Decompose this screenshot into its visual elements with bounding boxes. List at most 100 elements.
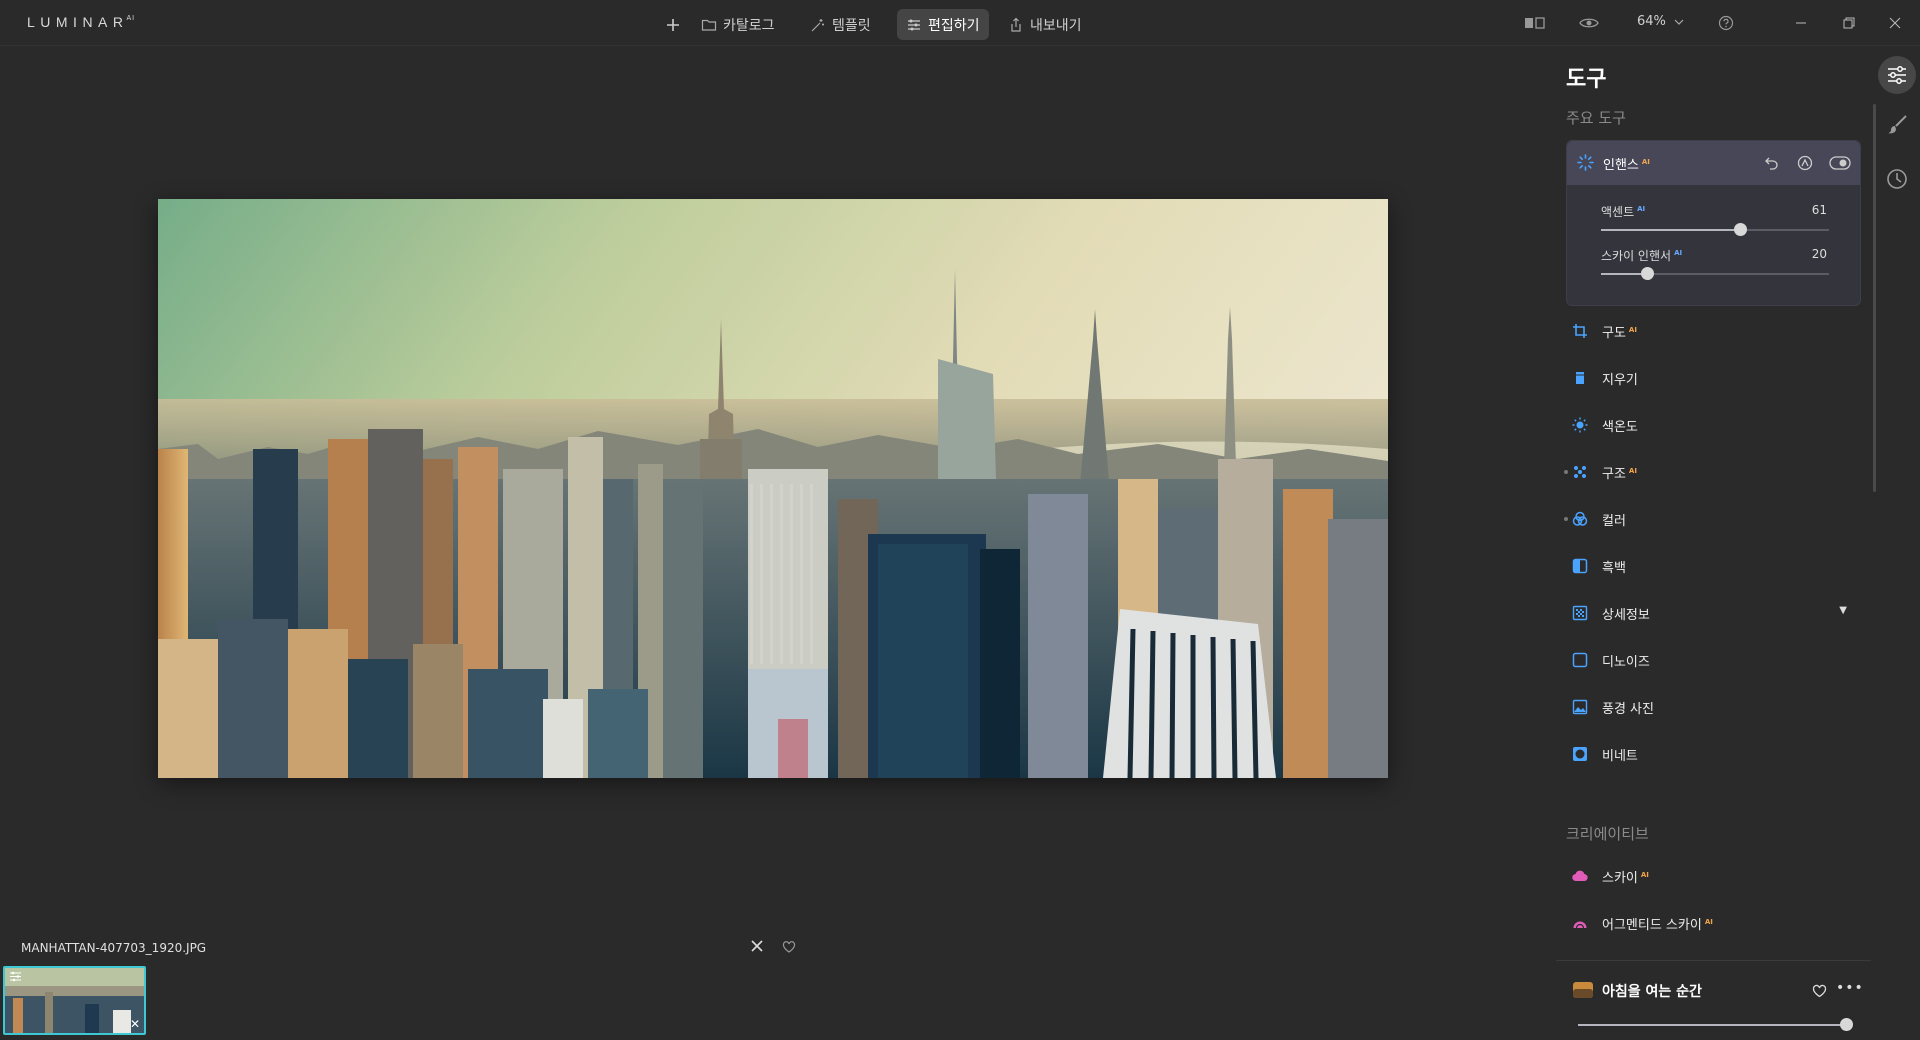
brush-icon[interactable] <box>1878 106 1916 144</box>
modified-dot <box>1564 517 1568 521</box>
tool-black-white[interactable]: 흑백 <box>1566 551 1861 581</box>
enhance-label: 인핸스 AI <box>1603 158 1650 173</box>
tool-composition[interactable]: 구도 AI <box>1566 316 1861 346</box>
tab-export-label: 내보내기 <box>1030 17 1082 34</box>
tool-structure[interactable]: 구조 AI <box>1564 457 1861 487</box>
edited-sliders-icon <box>10 971 21 982</box>
compare-icon[interactable] <box>1524 12 1546 34</box>
sun-icon <box>1572 417 1588 433</box>
template-name: 아침을 여는 순간 <box>1602 984 1702 1000</box>
color-icon <box>1572 511 1588 526</box>
mask-icon[interactable] <box>1797 155 1813 171</box>
thumbnail-close-icon[interactable]: ✕ <box>130 1017 140 1031</box>
tool-label: 상세정보 <box>1602 608 1650 623</box>
thumbnail-image <box>5 968 144 1033</box>
reject-icon[interactable] <box>747 936 767 956</box>
sky-enhancer-slider[interactable] <box>1601 267 1829 280</box>
template-amount-slider-knob[interactable] <box>1840 1018 1853 1031</box>
tool-details[interactable]: 상세정보 ▼ <box>1566 598 1861 628</box>
tab-templates-label: 템플릿 <box>832 17 871 34</box>
chevron-down-icon <box>1674 19 1684 25</box>
augmented-sky-icon <box>1573 921 1587 929</box>
enhance-icon <box>1577 154 1594 171</box>
template-amount-slider-fill <box>1578 1024 1846 1026</box>
modified-dot <box>1564 470 1568 474</box>
eraser-icon <box>1576 372 1584 384</box>
template-amount-slider[interactable] <box>1578 1018 1853 1031</box>
tab-templates[interactable]: 템플릿 <box>801 9 880 40</box>
photo-canvas[interactable] <box>158 199 1388 778</box>
zoom-value: 64% <box>1637 14 1666 29</box>
tab-export[interactable]: 내보내기 <box>999 9 1091 40</box>
essentials-section-label: 주요 도구 <box>1566 109 1626 127</box>
more-options-icon[interactable]: ••• <box>1836 980 1864 996</box>
adjustments-icon[interactable] <box>1878 56 1916 94</box>
sky-enhancer-slider-fill <box>1601 273 1647 275</box>
tool-label: 스카이 AI <box>1602 871 1649 886</box>
tool-label: 어그멘티드 스카이 AI <box>1602 918 1713 933</box>
close-icon[interactable] <box>1884 12 1906 34</box>
help-icon[interactable] <box>1715 12 1737 34</box>
undo-icon[interactable] <box>1764 155 1780 171</box>
tool-color[interactable]: 컬러 <box>1564 504 1861 534</box>
toggle-visibility-icon[interactable] <box>1829 154 1851 172</box>
filename-label: MANHATTAN-407703_1920.JPG <box>21 941 207 955</box>
tool-label: 지우기 <box>1602 373 1638 388</box>
tool-label: 디노이즈 <box>1602 655 1650 670</box>
landscape-icon <box>1572 699 1588 715</box>
tool-erase[interactable]: 지우기 <box>1566 363 1861 393</box>
tool-color-temperature[interactable]: 색온도 <box>1566 410 1861 440</box>
bw-icon <box>1572 558 1588 574</box>
sky-enhancer-slider-knob[interactable] <box>1640 267 1654 280</box>
tool-sky[interactable]: 스카이 AI <box>1566 861 1861 891</box>
app-logo: LUMINARAI <box>27 14 136 30</box>
tool-label: 구조 AI <box>1602 467 1637 482</box>
zoom-dropdown[interactable]: 64% <box>1637 14 1684 29</box>
tab-catalog[interactable]: 카탈로그 <box>692 9 784 40</box>
sliders-icon <box>908 19 920 30</box>
panel-title: 도구 <box>1566 67 1607 92</box>
folder-icon <box>701 19 717 31</box>
tool-label: 색온도 <box>1602 420 1638 435</box>
eye-icon[interactable] <box>1578 12 1600 34</box>
creative-section-label: 크리에이티브 <box>1566 825 1649 843</box>
tool-label: 비네트 <box>1602 749 1638 764</box>
top-bar: LUMINARAI 카탈로그 템플릿 편집하기 내보내기 64% <box>0 0 1920 46</box>
tab-edit[interactable]: 편집하기 <box>897 9 989 40</box>
template-thumbnail-icon <box>1573 982 1593 998</box>
tab-edit-label: 편집하기 <box>928 17 980 34</box>
city-skyline-image <box>158 199 1388 778</box>
sky-enhancer-slider-label: 스카이 인핸서 AI <box>1601 249 1683 263</box>
tool-landscape[interactable]: 풍경 사진 <box>1566 692 1861 722</box>
tab-catalog-label: 카탈로그 <box>723 17 775 34</box>
tool-label: 풍경 사진 <box>1602 702 1654 717</box>
favorite-icon[interactable] <box>782 939 798 955</box>
tool-label: 흑백 <box>1602 561 1626 576</box>
details-icon <box>1572 605 1588 621</box>
sky-icon <box>1572 870 1588 882</box>
enhance-tool-header[interactable]: 인핸스 AI <box>1567 141 1860 185</box>
structure-icon <box>1574 466 1586 478</box>
side-tool-rail <box>1876 46 1920 246</box>
tools-panel: 도구 주요 도구 인핸스 AI 액센트 AI 61 스카이 인핸서 AI 20 구도 A… <box>1556 46 1871 1040</box>
enhance-tool-card: 인핸스 AI 액센트 AI 61 스카이 인핸서 AI 20 <box>1566 140 1861 306</box>
history-icon[interactable] <box>1878 160 1916 198</box>
expand-arrow-icon[interactable]: ▼ <box>1839 605 1847 616</box>
accent-slider-knob[interactable] <box>1734 223 1748 236</box>
accent-slider-value: 61 <box>1811 203 1827 217</box>
denoise-icon <box>1572 652 1588 668</box>
photo-thumbnail[interactable]: ✕ <box>3 966 146 1035</box>
tool-label: 구도 AI <box>1602 326 1637 341</box>
tool-denoise[interactable]: 디노이즈 <box>1566 645 1861 675</box>
tool-augmented-sky[interactable]: 어그멘티드 스카이 AI <box>1566 908 1861 938</box>
tool-vignette[interactable]: 비네트 <box>1566 739 1861 769</box>
minimize-icon[interactable] <box>1790 12 1812 34</box>
accent-slider[interactable] <box>1601 223 1829 236</box>
add-button[interactable] <box>656 9 690 40</box>
sky-enhancer-slider-value: 20 <box>1811 247 1827 261</box>
applied-template: 아침을 여는 순간 ••• <box>1566 978 1864 1034</box>
favorite-template-icon[interactable] <box>1812 984 1827 998</box>
share-icon <box>1011 17 1021 32</box>
restore-icon[interactable] <box>1838 12 1860 34</box>
plus-icon <box>667 18 679 31</box>
